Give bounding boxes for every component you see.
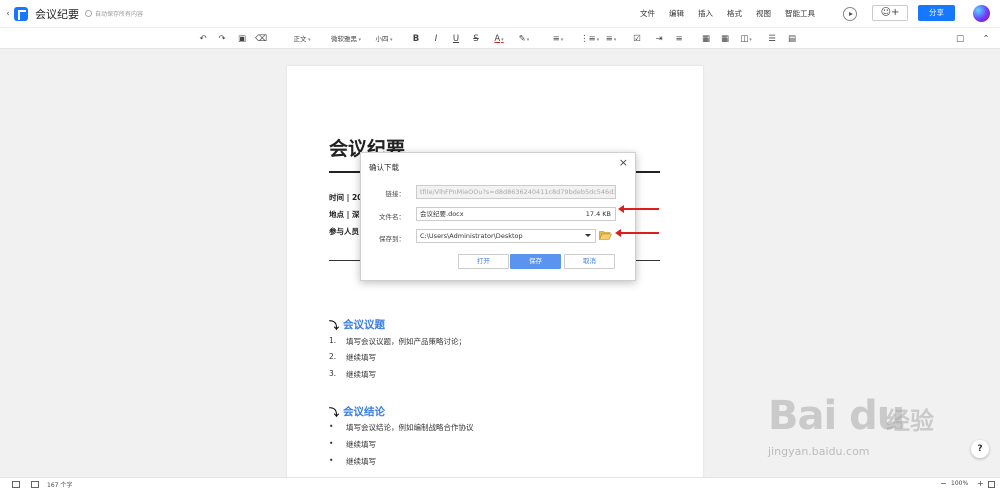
filename-label: 文件名： bbox=[379, 213, 405, 221]
present-play-icon[interactable] bbox=[843, 7, 857, 21]
menu-format[interactable]: 格式 bbox=[727, 8, 742, 19]
layout-icon[interactable]: ◫ bbox=[737, 32, 755, 46]
bold-button[interactable]: B bbox=[410, 32, 422, 46]
check-circle-icon bbox=[85, 10, 92, 17]
app-logo-icon[interactable] bbox=[14, 6, 28, 21]
list-item: 2. 继续填写 bbox=[329, 352, 376, 362]
word-count: 167 个字 bbox=[47, 482, 73, 489]
highlight-icon[interactable]: ✎ bbox=[516, 32, 532, 46]
collapse-toolbar-icon[interactable]: ⌃ bbox=[980, 32, 992, 46]
watermark-url: jingyan.baidu.com bbox=[768, 445, 870, 458]
add-collaborator-button[interactable]: ☺+ bbox=[872, 5, 908, 21]
save-status: 自动保存所有内容 bbox=[85, 9, 143, 18]
list-item: • 填写会议结论，例如编制战略合作协议 bbox=[329, 422, 474, 432]
filename-field[interactable]: 会议纪要.docx 17.4 KB bbox=[416, 207, 616, 221]
redo-icon[interactable]: ↷ bbox=[216, 32, 228, 46]
section-heading-conclusions: ⤵ 会议结论 bbox=[329, 406, 385, 419]
comment-list-icon[interactable]: ☰ bbox=[766, 32, 778, 46]
align-icon[interactable]: ≡ bbox=[548, 32, 568, 46]
save-status-text: 自动保存所有内容 bbox=[95, 11, 144, 18]
strikethrough-button[interactable]: S bbox=[470, 32, 482, 46]
lightning-icon: ⤵ bbox=[329, 321, 339, 332]
top-bar: ‹ 会议纪要 自动保存所有内容 文件 编辑 插入 格式 视图 智能工具 ☺+ 分… bbox=[0, 0, 1000, 27]
status-bar: 167 个字 − 100% + bbox=[0, 477, 1000, 490]
comment-icon[interactable]: □ bbox=[953, 32, 967, 46]
underline-button[interactable]: U bbox=[450, 32, 462, 46]
meta-attendees: 参与人员 bbox=[329, 227, 359, 236]
link-field: tfile/VlhFPnMieOOu?s=d8d8636240411c8d79b… bbox=[416, 185, 616, 199]
open-button[interactable]: 打开 bbox=[458, 254, 509, 269]
indent-icon[interactable]: ⇥ bbox=[653, 32, 665, 46]
save-button[interactable]: 保存 bbox=[510, 254, 561, 269]
font-color-button[interactable]: A bbox=[490, 32, 508, 46]
menu-edit[interactable]: 编辑 bbox=[669, 8, 684, 19]
user-icon: ☺ bbox=[880, 7, 892, 18]
bullet-list-icon[interactable]: ⋮≡ bbox=[580, 32, 598, 46]
lightning-icon: ⤵ bbox=[329, 408, 339, 419]
page-view-icon[interactable] bbox=[12, 481, 20, 488]
list-item: 1. 填写会议议题，例如产品策略讨论； bbox=[329, 336, 466, 346]
menu-smart-tools[interactable]: 智能工具 bbox=[785, 8, 815, 19]
chevron-down-icon bbox=[585, 234, 591, 237]
font-size-select[interactable]: 小四 bbox=[371, 32, 397, 46]
format-toolbar: ↶ ↷ ▣ ⌫ 正文 微软雅黑 小四 B I U S A ✎ ≡ ⋮≡ ≡ ☑ … bbox=[0, 27, 1000, 49]
cancel-button[interactable]: 取消 bbox=[564, 254, 615, 269]
saveto-value: C:\Users\Administrator\Desktop bbox=[420, 232, 523, 240]
line-spacing-icon[interactable]: ≡ bbox=[673, 32, 685, 46]
share-button[interactable]: 分享 bbox=[918, 5, 955, 21]
watermark: Bai du 经验 jingyan.baidu.com bbox=[768, 393, 950, 465]
watermark-brand: Bai du bbox=[768, 393, 905, 439]
annotation-arrow bbox=[615, 229, 659, 237]
close-icon[interactable]: × bbox=[619, 156, 628, 169]
zoom-in-button[interactable]: + bbox=[977, 479, 984, 488]
table-icon[interactable]: ▦ bbox=[719, 32, 731, 46]
filename-value: 会议纪要.docx bbox=[420, 210, 464, 218]
file-size: 17.4 KB bbox=[585, 210, 611, 218]
meta-location: 地点 | 深 bbox=[329, 210, 360, 219]
back-chevron-icon[interactable]: ‹ bbox=[3, 9, 13, 19]
menu-view[interactable]: 视图 bbox=[756, 8, 771, 19]
help-button[interactable]: ? bbox=[971, 440, 989, 458]
image-icon[interactable]: ▦ bbox=[700, 32, 712, 46]
fullscreen-icon[interactable] bbox=[988, 481, 995, 488]
zoom-out-button[interactable]: − bbox=[940, 479, 947, 488]
meta-time: 时间 | 20 bbox=[329, 193, 363, 202]
link-label: 链接： bbox=[385, 190, 406, 198]
annotation-arrow bbox=[618, 205, 659, 213]
watermark-cn: 经验 bbox=[886, 407, 934, 435]
outline-icon[interactable]: ▤ bbox=[786, 32, 798, 46]
italic-button[interactable]: I bbox=[430, 32, 442, 46]
zoom-level[interactable]: 100% bbox=[951, 480, 968, 487]
menu-insert[interactable]: 插入 bbox=[698, 8, 713, 19]
checklist-icon[interactable]: ☑ bbox=[631, 32, 643, 46]
folder-open-icon[interactable] bbox=[599, 230, 612, 240]
menu-file[interactable]: 文件 bbox=[640, 8, 655, 19]
undo-icon[interactable]: ↶ bbox=[197, 32, 209, 46]
list-item: • 继续填写 bbox=[329, 439, 376, 449]
section-heading-topics: ⤵ 会议议题 bbox=[329, 319, 385, 332]
list-item: • 继续填写 bbox=[329, 456, 376, 466]
width-view-icon[interactable] bbox=[31, 481, 39, 488]
dialog-title: 确认下载 bbox=[369, 163, 399, 172]
saveto-label: 保存到： bbox=[379, 235, 405, 243]
paragraph-style-select[interactable]: 正文 bbox=[286, 32, 318, 46]
document-title[interactable]: 会议纪要 bbox=[35, 6, 79, 22]
font-family-select[interactable]: 微软雅黑 bbox=[325, 32, 367, 46]
download-dialog: 确认下载 × 链接： tfile/VlhFPnMieOOu?s=d8d86362… bbox=[360, 152, 636, 281]
avatar[interactable] bbox=[973, 5, 990, 22]
list-item: 3. 继续填写 bbox=[329, 369, 376, 379]
clear-format-icon[interactable]: ⌫ bbox=[255, 32, 267, 46]
menu-bar: 文件 编辑 插入 格式 视图 智能工具 bbox=[640, 0, 829, 27]
format-painter-icon[interactable]: ▣ bbox=[236, 32, 248, 46]
numbered-list-icon[interactable]: ≡ bbox=[602, 32, 620, 46]
saveto-select[interactable]: C:\Users\Administrator\Desktop bbox=[416, 229, 596, 243]
